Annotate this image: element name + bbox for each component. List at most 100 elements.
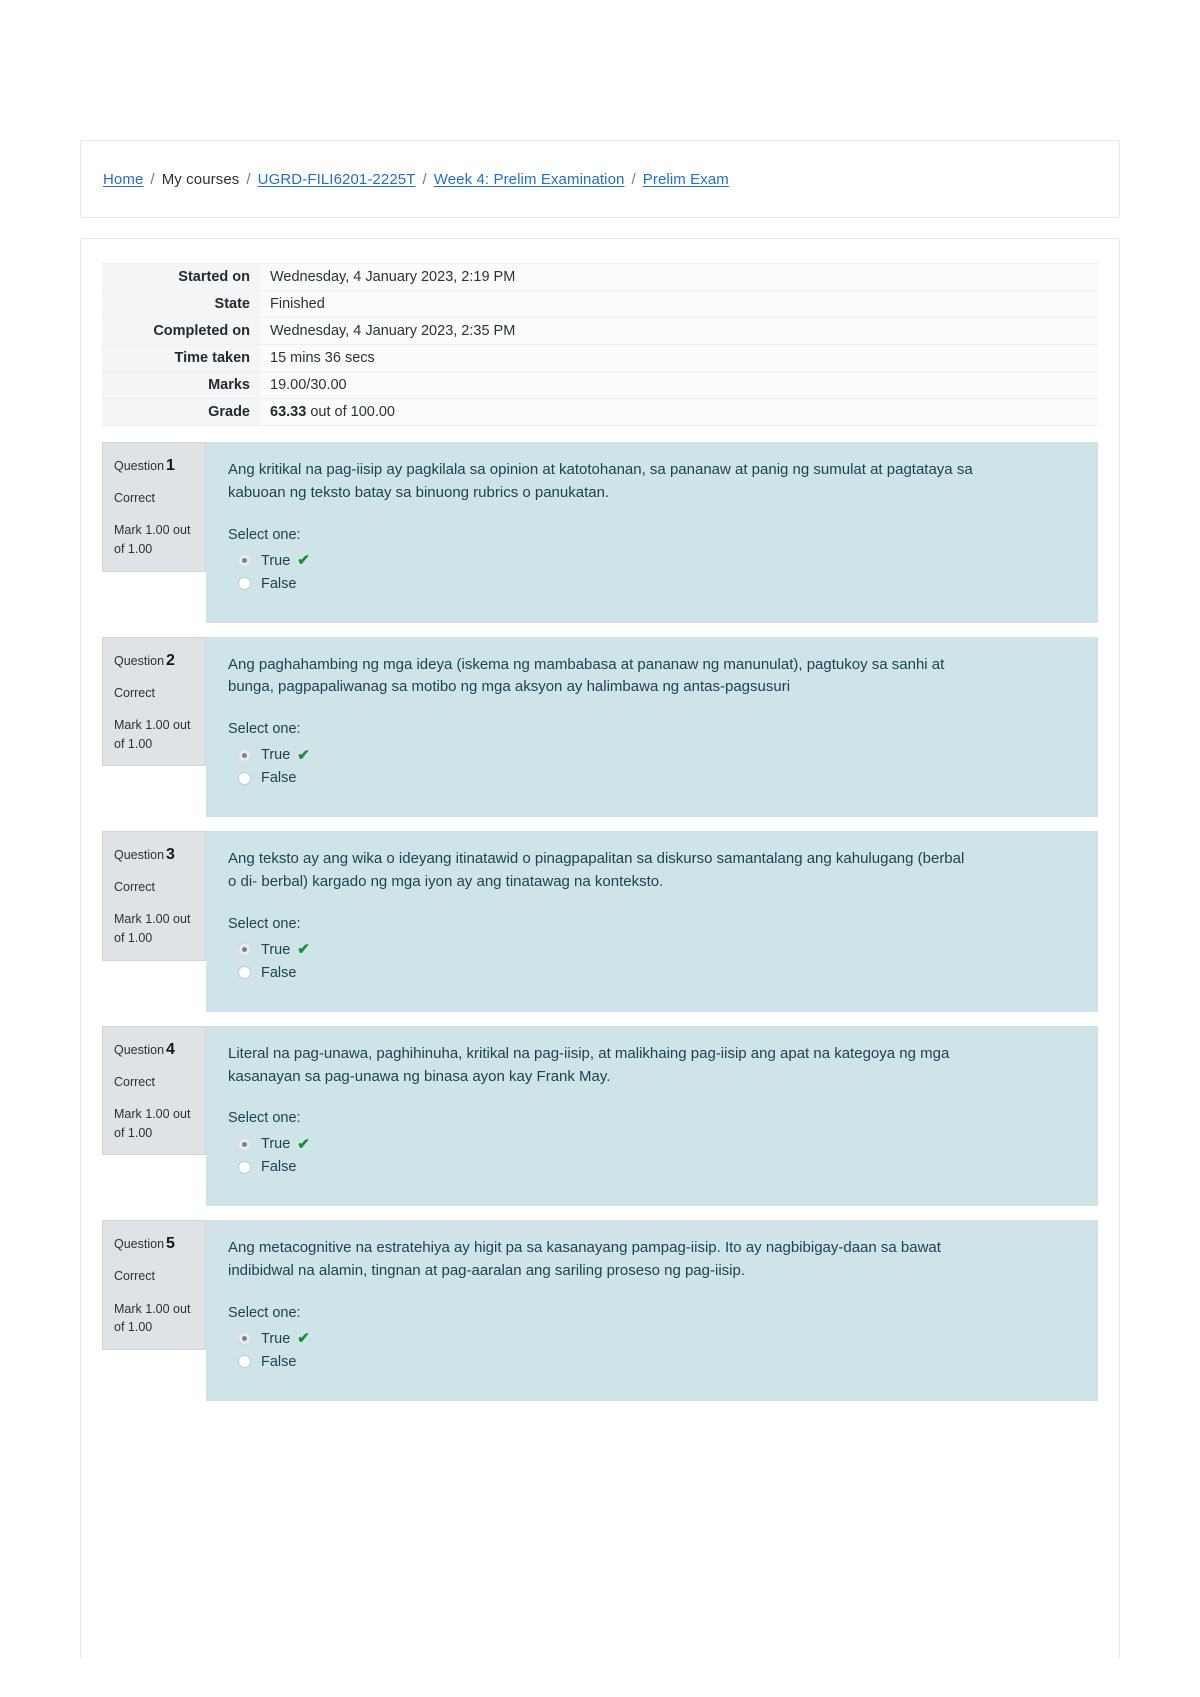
answer-label: True (261, 1330, 291, 1347)
question-status: Correct (114, 1269, 155, 1284)
summary-value: Finished (260, 290, 1098, 318)
answer-label: True (261, 1136, 291, 1153)
radio-button-true[interactable] (238, 1137, 251, 1151)
radio-button-false[interactable] (238, 1355, 251, 1369)
summary-value: 19.00/30.00 (260, 371, 1098, 399)
question-number-value: 3 (166, 846, 175, 864)
question-text: Ang kritikal na pag-iisip ay pagkilala s… (228, 461, 973, 501)
radio-button-false[interactable] (238, 966, 251, 980)
question-body: Ang kritikal na pag-iisip ay pagkilala s… (206, 442, 1098, 623)
answer-option-true[interactable]: True ✔ (228, 553, 1076, 569)
answer-label: True (261, 552, 291, 569)
breadcrumb-item-4[interactable]: Week 4: Prelim Examination (434, 171, 625, 188)
summary-label: Marks (102, 371, 260, 399)
question-block-2: Question 2 Correct Mark 1.00 out of 1.00 Ang… (102, 636, 1098, 818)
breadcrumb-card: Home / My courses / UGRD-FILI6201-2225T / Week… (80, 140, 1120, 218)
page-wrapper: Home / My courses / UGRD-FILI6201-2225T / Week… (0, 0, 1200, 1658)
question-number-value: 2 (166, 651, 175, 669)
correct-check-icon: ✔ (297, 941, 310, 959)
radio-button-true[interactable] (238, 748, 251, 762)
answer-label: False (261, 964, 297, 981)
question-mark: Mark 1.00 out of 1.00 (114, 912, 191, 946)
question-prompt: Select one: (228, 721, 301, 738)
question-number-value: 4 (166, 1040, 175, 1058)
question-number-line: Question 5 (114, 1231, 194, 1257)
answer-label: False (261, 1353, 297, 1370)
breadcrumb-item-5[interactable]: Prelim Exam (643, 171, 729, 188)
radio-button-true[interactable] (238, 943, 251, 957)
answer-options: True ✔ False (228, 747, 1076, 786)
summary-row: Started on Wednesday, 4 January 2023, 2:1… (102, 263, 1098, 291)
answer-options: True ✔ False (228, 942, 1076, 981)
answer-label: False (261, 575, 297, 592)
question-body: Ang paghahambing ng mga ideya (iskema ng… (206, 636, 1098, 818)
answer-label: True (261, 941, 291, 958)
question-number-line: Question 2 (114, 648, 194, 674)
question-number-line: Question 4 (114, 1037, 194, 1063)
answer-option-false[interactable]: False (228, 965, 1076, 981)
question-block-4: Question 4 Correct Mark 1.00 out of 1.00 Lit… (102, 1025, 1098, 1207)
summary-row-grade: Grade 63.33 out of 100.00 (102, 398, 1098, 426)
radio-button-true[interactable] (238, 1332, 251, 1346)
answer-option-false[interactable]: False (228, 576, 1076, 592)
breadcrumb-item-3[interactable]: UGRD-FILI6201-2225T (258, 171, 416, 188)
quiz-review-card: Started on Wednesday, 4 January 2023, 2:1… (80, 238, 1120, 1658)
breadcrumb-separator: / (422, 170, 427, 188)
question-mark: Mark 1.00 out of 1.00 (114, 1106, 191, 1140)
breadcrumb: Home / My courses / UGRD-FILI6201-2225T / Week… (103, 171, 729, 188)
radio-button-false[interactable] (238, 771, 251, 785)
radio-button-false[interactable] (238, 1160, 251, 1174)
question-info-panel: Question 1 Correct Mark 1.00 out of 1.00 (102, 442, 206, 572)
summary-value: 15 mins 36 secs (260, 344, 1098, 372)
grade-suffix: out of 100.00 (306, 404, 395, 420)
question-status: Correct (114, 1074, 155, 1089)
question-number-label: Question (114, 653, 165, 668)
question-body: Ang metacognitive na estratehiya ay higi… (206, 1220, 1098, 1401)
question-info-panel: Question 3 Correct Mark 1.00 out of 1.00 (102, 831, 206, 961)
question-block-5: Question 5 Correct Mark 1.00 out of 1.00 Ang… (102, 1220, 1098, 1401)
radio-button-true[interactable] (238, 554, 251, 568)
summary-row: Marks 19.00/30.00 (102, 371, 1098, 399)
answer-option-true[interactable]: True ✔ (228, 1331, 1076, 1347)
question-status: Correct (114, 490, 155, 505)
summary-value: Wednesday, 4 January 2023, 2:19 PM (260, 263, 1098, 291)
question-text: Ang teksto ay ang wika o ideyang itinata… (228, 850, 965, 890)
grade-score: 63.33 (270, 404, 307, 420)
answer-option-true[interactable]: True ✔ (228, 747, 1076, 763)
question-text: Ang metacognitive na estratehiya ay higi… (228, 1239, 941, 1280)
question-text: Literal na pag-unawa, paghihinuha, kriti… (228, 1044, 950, 1085)
summary-label: State (102, 290, 260, 318)
question-mark: Mark 1.00 out of 1.00 (114, 523, 191, 556)
question-number-value: 5 (166, 1235, 175, 1253)
question-info-panel: Question 5 Correct Mark 1.00 out of 1.00 (102, 1220, 206, 1351)
breadcrumb-separator: / (246, 170, 251, 188)
question-number-label: Question (114, 1042, 165, 1057)
breadcrumb-separator: / (150, 170, 155, 188)
answer-option-true[interactable]: True ✔ (228, 1136, 1076, 1152)
answer-option-true[interactable]: True ✔ (228, 942, 1076, 958)
summary-label-grade: Grade (102, 398, 260, 426)
answer-option-false[interactable]: False (228, 770, 1076, 786)
question-number-label: Question (114, 459, 165, 473)
breadcrumb-item-1[interactable]: Home (103, 171, 143, 188)
correct-check-icon: ✔ (297, 1330, 310, 1348)
question-prompt: Select one: (228, 1110, 301, 1127)
summary-row: Completed on Wednesday, 4 January 2023, 2… (102, 317, 1098, 345)
question-info-panel: Question 2 Correct Mark 1.00 out of 1.00 (102, 636, 206, 767)
correct-check-icon: ✔ (297, 1135, 310, 1153)
summary-value: Wednesday, 4 January 2023, 2:35 PM (260, 317, 1098, 345)
question-number-line: Question 1 (114, 453, 194, 479)
answer-option-false[interactable]: False (228, 1354, 1076, 1370)
correct-check-icon: ✔ (297, 552, 310, 570)
question-prompt: Select one: (228, 915, 301, 932)
radio-button-false[interactable] (238, 577, 251, 591)
question-status: Correct (114, 685, 155, 700)
summary-row: Time taken 15 mins 36 secs (102, 344, 1098, 372)
answer-options: True ✔ False (228, 553, 1076, 592)
question-status: Correct (114, 880, 155, 895)
question-info-panel: Question 4 Correct Mark 1.00 out of 1.00 (102, 1025, 206, 1156)
question-text: Ang paghahambing ng mga ideya (iskema ng… (228, 655, 945, 696)
summary-label: Time taken (102, 344, 260, 372)
answer-option-false[interactable]: False (228, 1159, 1076, 1175)
answer-label: True (261, 747, 291, 764)
